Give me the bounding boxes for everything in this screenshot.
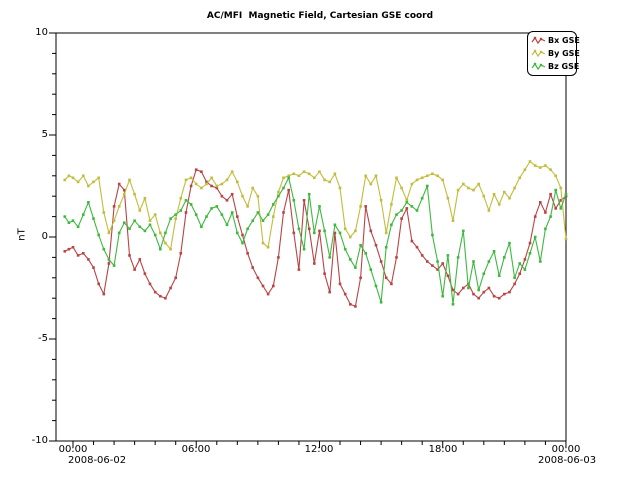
y-tick-label-neg5: -5 [12,333,48,345]
y-tick-label-10: 10 [12,27,48,39]
legend-item-by: By GSE [531,47,576,60]
by-line-marker-icon [531,49,546,58]
chart-title: AC/MFI Magnetic Field, Cartesian GSE coo… [0,11,640,21]
x-tick-label-0000-right: 00:00 [541,444,591,455]
legend-label-bx: Bx GSE [548,36,580,45]
y-axis-title: nT [17,228,28,240]
x-tick-label-1800: 18:00 [418,444,468,455]
legend-label-by: By GSE [548,49,580,58]
bx-line-marker-icon [531,36,546,45]
bz-line-marker-icon [531,62,546,71]
legend-label-bz: Bz GSE [548,62,579,71]
x-date-label-left: 2008-06-02 [68,455,126,466]
y-tick-label-neg10: -10 [12,435,48,447]
magnetic-field-chart: AC/MFI Magnetic Field, Cartesian GSE coo… [0,0,640,480]
x-date-label-right: 2008-06-03 [538,455,596,466]
x-tick-label-0600: 06:00 [171,444,221,455]
x-tick-label-0000-left: 00:00 [48,444,98,455]
legend: Bx GSE By GSE Bz GSE [527,31,577,76]
y-tick-label-5: 5 [12,129,48,141]
x-tick-label-1200: 12:00 [294,444,344,455]
legend-item-bx: Bx GSE [531,34,576,47]
legend-item-bz: Bz GSE [531,60,576,73]
